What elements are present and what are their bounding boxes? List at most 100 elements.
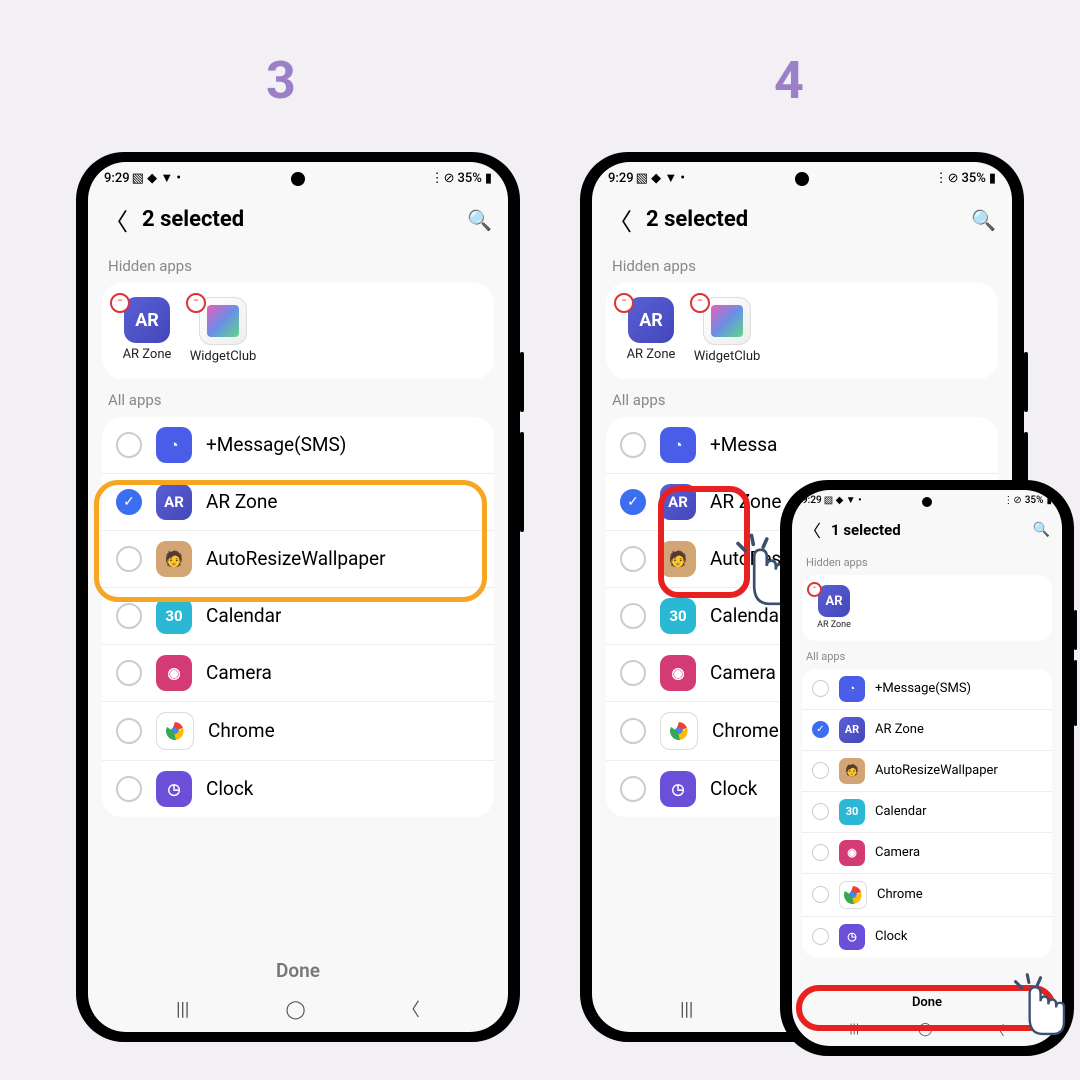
all-apps-list: ◔+Message(SMS) ✓ AR AR Zone 🧑 AutoResizeWallp… bbox=[102, 417, 494, 817]
auto-icon: 🧑 bbox=[839, 758, 865, 784]
hidden-app-ar[interactable]: − AR AR Zone bbox=[618, 297, 684, 365]
app-label: Clock bbox=[710, 777, 757, 800]
app-label: Camera bbox=[875, 845, 920, 860]
widgetclub-icon bbox=[199, 297, 247, 345]
widgetclub-icon bbox=[703, 297, 751, 345]
radio[interactable] bbox=[116, 776, 142, 802]
search-icon[interactable]: 🔍 bbox=[467, 208, 492, 232]
app-label: +Messa bbox=[710, 433, 777, 456]
cal-icon: 30 bbox=[839, 799, 865, 825]
radio[interactable] bbox=[116, 603, 142, 629]
radio[interactable] bbox=[812, 928, 829, 945]
ar-icon: AR bbox=[839, 717, 865, 743]
camera-notch bbox=[922, 497, 932, 507]
clock-icon: ◷ bbox=[839, 924, 865, 950]
hidden-app-widgetclub[interactable]: − WidgetClub bbox=[190, 297, 256, 365]
radio[interactable] bbox=[620, 432, 646, 458]
radio[interactable]: ✓ bbox=[620, 489, 646, 515]
app-row-chrome[interactable]: Chrome bbox=[102, 702, 494, 761]
hidden-apps-card: − AR AR Zone − WidgetClub bbox=[606, 283, 998, 379]
hidden-apps-label: Hidden apps bbox=[88, 249, 508, 279]
app-label: AutoResizeWallpaper bbox=[875, 763, 998, 778]
app-row-cal[interactable]: 30 Calendar bbox=[802, 792, 1052, 833]
app-label: AutoResizeWallpaper bbox=[206, 547, 386, 570]
auto-icon: 🧑 bbox=[156, 541, 192, 577]
back-icon[interactable]: 〈 bbox=[104, 202, 128, 237]
app-row-ar[interactable]: ✓ AR AR Zone bbox=[102, 474, 494, 531]
radio[interactable] bbox=[620, 776, 646, 802]
hidden-app-ar[interactable]: − AR AR Zone bbox=[810, 585, 858, 631]
remove-icon[interactable]: − bbox=[186, 293, 206, 313]
tap-hand-icon bbox=[1000, 970, 1078, 1048]
back-nav-icon[interactable]: 〈 bbox=[402, 996, 420, 1022]
remove-icon[interactable]: − bbox=[614, 293, 634, 313]
radio[interactable] bbox=[812, 803, 829, 820]
search-icon[interactable]: 🔍 bbox=[1033, 522, 1050, 538]
hidden-apps-label: Hidden apps bbox=[592, 249, 1012, 279]
app-label: AR Zone bbox=[875, 722, 924, 737]
radio[interactable] bbox=[116, 660, 142, 686]
app-label: Chrome bbox=[208, 719, 275, 742]
chrome-icon bbox=[660, 712, 698, 750]
app-label: Calendar bbox=[206, 604, 281, 627]
ar-icon: AR bbox=[124, 297, 170, 343]
cal-icon: 30 bbox=[156, 598, 192, 634]
recent-icon[interactable]: ||| bbox=[680, 999, 693, 1020]
app-row-cam[interactable]: ◉Camera bbox=[102, 645, 494, 702]
app-label: AR Zone bbox=[710, 490, 781, 513]
app-row-clock[interactable]: ◷Clock bbox=[802, 917, 1052, 957]
radio[interactable] bbox=[116, 718, 142, 744]
radio[interactable]: ✓ bbox=[116, 489, 142, 515]
radio[interactable] bbox=[620, 718, 646, 744]
page-title: 1 selected bbox=[831, 521, 1023, 539]
app-row-auto[interactable]: 🧑 AutoResizeWallpaper bbox=[802, 751, 1052, 792]
auto-icon: 🧑 bbox=[660, 541, 696, 577]
app-row-auto[interactable]: 🧑 AutoResizeWallpaper bbox=[102, 531, 494, 588]
cal-icon: 30 bbox=[660, 598, 696, 634]
cam-icon: ◉ bbox=[156, 655, 192, 691]
app-row-cal[interactable]: 30 Calendar bbox=[102, 588, 494, 645]
page-title: 2 selected bbox=[646, 207, 957, 232]
hidden-app-ar[interactable]: − AR AR Zone bbox=[114, 297, 180, 365]
msg-icon: ◔ bbox=[156, 427, 192, 463]
radio[interactable]: ✓ bbox=[812, 721, 829, 738]
remove-icon[interactable]: − bbox=[110, 293, 130, 313]
camera-notch bbox=[795, 172, 809, 186]
app-row-cam[interactable]: ◉Camera bbox=[802, 833, 1052, 874]
all-apps-label: All apps bbox=[792, 644, 1062, 666]
ar-icon: AR bbox=[156, 484, 192, 520]
radio[interactable] bbox=[812, 886, 829, 903]
app-label: Calendar bbox=[875, 804, 927, 819]
app-row-clock[interactable]: ◷Clock bbox=[102, 761, 494, 817]
app-label: AR Zone bbox=[206, 490, 277, 513]
page-title: 2 selected bbox=[142, 207, 453, 232]
radio[interactable] bbox=[620, 660, 646, 686]
back-icon[interactable]: 〈 bbox=[804, 517, 821, 542]
search-icon[interactable]: 🔍 bbox=[971, 208, 996, 232]
msg-icon: ◔ bbox=[660, 427, 696, 463]
radio[interactable] bbox=[116, 432, 142, 458]
radio[interactable] bbox=[812, 844, 829, 861]
radio[interactable] bbox=[812, 680, 829, 697]
app-row-msg[interactable]: ◔ +Messa bbox=[606, 417, 998, 474]
radio[interactable] bbox=[812, 762, 829, 779]
recent-icon[interactable]: ||| bbox=[849, 1022, 859, 1037]
home-icon[interactable]: ◯ bbox=[918, 1022, 933, 1037]
app-row-ar[interactable]: ✓ AR AR Zone bbox=[802, 710, 1052, 751]
remove-icon[interactable]: − bbox=[690, 293, 710, 313]
remove-icon[interactable]: − bbox=[807, 582, 822, 597]
app-row-chrome[interactable]: Chrome bbox=[802, 874, 1052, 917]
back-icon[interactable]: 〈 bbox=[608, 202, 632, 237]
radio[interactable] bbox=[620, 603, 646, 629]
radio[interactable] bbox=[116, 546, 142, 572]
step-number-4: 4 bbox=[774, 50, 804, 111]
app-row-msg[interactable]: ◔+Message(SMS) bbox=[102, 417, 494, 474]
hidden-app-widgetclub[interactable]: − WidgetClub bbox=[694, 297, 760, 365]
hidden-apps-label: Hidden apps bbox=[792, 550, 1062, 572]
radio[interactable] bbox=[620, 546, 646, 572]
app-label: Clock bbox=[206, 777, 253, 800]
app-row-msg[interactable]: ◔+Message(SMS) bbox=[802, 669, 1052, 710]
recent-icon[interactable]: ||| bbox=[176, 999, 189, 1020]
camera-notch bbox=[291, 172, 305, 186]
home-icon[interactable]: ◯ bbox=[286, 999, 306, 1020]
